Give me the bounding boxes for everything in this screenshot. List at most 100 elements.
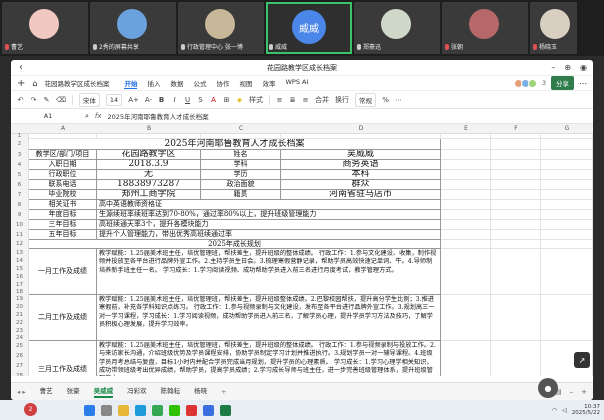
empty-cell[interactable] (541, 150, 593, 160)
align-left-icon[interactable]: ≡ (276, 96, 283, 104)
row-value[interactable]: 河南省驻马店市 (281, 190, 441, 200)
microphone-icon[interactable]: ● (538, 378, 558, 398)
menu-item[interactable]: 数据 (170, 78, 183, 89)
row-header[interactable]: 13 (11, 249, 29, 257)
align-right-icon[interactable]: ≡ (302, 96, 309, 104)
collaborator-avatars[interactable] (514, 78, 538, 88)
row-header[interactable]: 7 (11, 190, 29, 200)
row-value[interactable]: 生源续班率续班率达到70-80%，通过率80%以上，提升班级管理能力 (97, 210, 441, 220)
sheet-tab[interactable]: 曹艺 (40, 385, 53, 398)
decrease-font-icon[interactable]: A- (145, 96, 152, 104)
merge-button[interactable]: 合并 (315, 95, 329, 105)
empty-cell[interactable] (491, 170, 541, 180)
empty-cell[interactable] (491, 230, 541, 240)
row-value[interactable]: 高班续通天率3个，提升各模块能力 (97, 220, 441, 230)
minimize-icon[interactable]: – (551, 63, 555, 72)
row-value[interactable]: 无 (97, 170, 201, 180)
empty-cell[interactable] (441, 240, 491, 249)
empty-cell[interactable] (441, 150, 491, 160)
participant-tile[interactable]: 行政管理中心 张一博 (178, 2, 264, 54)
empty-cell[interactable] (491, 190, 541, 200)
empty-cell[interactable] (541, 230, 593, 240)
row-label[interactable]: 教学区/部门/项目 (29, 150, 97, 160)
increase-font-icon[interactable]: A+ (128, 96, 139, 104)
row-header[interactable]: 17 (11, 281, 29, 289)
menu-item[interactable]: 视图 (239, 78, 252, 89)
row-header[interactable]: 26 (11, 351, 29, 361)
row-label[interactable]: 姓名 (201, 150, 281, 160)
chrome-icon[interactable] (152, 404, 163, 416)
section-title[interactable]: 2025年成长规划 (29, 240, 441, 249)
row-header[interactable]: 19 (11, 295, 29, 303)
more-icon[interactable]: ⋯ (579, 79, 587, 88)
sheet-tab[interactable]: 张豪 (67, 385, 80, 398)
more-toolbar-icon[interactable]: ⋯ (395, 96, 402, 104)
plan-detail[interactable]: 教学赋能：1.25届美术班主任，培优管理班，帮扶差生，提升班级的整体成绩。 行政… (97, 249, 441, 295)
empty-cell[interactable] (541, 210, 593, 220)
format-painter-icon[interactable]: ✎ (43, 96, 50, 104)
empty-cell[interactable] (441, 295, 491, 341)
zoom-in-icon[interactable]: + (581, 388, 587, 396)
style-button[interactable]: 样式 (249, 95, 263, 105)
empty-cell[interactable] (491, 295, 541, 341)
row-header[interactable]: 15 (11, 265, 29, 273)
row-header[interactable]: 4 (11, 160, 29, 170)
row-header[interactable]: 27 (11, 361, 29, 371)
percent-icon[interactable]: % (382, 96, 389, 104)
row-label[interactable]: 行政职位 (29, 170, 97, 180)
empty-cell[interactable] (491, 160, 541, 170)
empty-cell[interactable] (541, 249, 593, 295)
screenshot-icon[interactable]: ↗ (574, 352, 590, 368)
row-header[interactable]: 5 (11, 170, 29, 180)
sheet-grid[interactable]: ABCDEFG 1 2 2025年河南耶鲁教育人才成长档案 3 教学区/部门/项目 花园路… (11, 124, 593, 376)
menu-item[interactable]: 插入 (147, 78, 160, 89)
row-label[interactable]: 毕业院校 (29, 190, 97, 200)
add-sheet-icon[interactable]: + (221, 388, 226, 396)
empty-cell[interactable] (441, 230, 491, 240)
empty-cell[interactable] (441, 341, 491, 376)
empty-cell[interactable] (491, 150, 541, 160)
participant-tile[interactable]: 郑豪迅 (354, 2, 440, 54)
empty-cell[interactable] (491, 249, 541, 295)
row-value[interactable]: 高中英语教师资格证 (97, 200, 441, 210)
bold-icon[interactable]: B (158, 96, 165, 104)
empty-cell[interactable] (491, 139, 541, 150)
empty-cell[interactable] (441, 139, 491, 150)
row-value[interactable]: 18838973287 (97, 180, 201, 190)
row-header[interactable]: 10 (11, 220, 29, 230)
row-label[interactable]: 相关证书 (29, 200, 97, 210)
row-header[interactable]: 20 (11, 303, 29, 311)
empty-cell[interactable] (541, 220, 593, 230)
settings-icon[interactable]: ◉ (580, 63, 587, 72)
column-header[interactable]: D (281, 125, 441, 132)
clear-icon[interactable]: ⌫ (56, 96, 66, 104)
row-header[interactable]: 22 (11, 319, 29, 327)
undo-icon[interactable]: ↶ (17, 96, 24, 104)
sheet-tab[interactable]: 吴威威 (93, 385, 114, 398)
row-header[interactable]: 14 (11, 257, 29, 265)
row-label[interactable]: 五年目标 (29, 230, 97, 240)
zoom-out-icon[interactable]: – (570, 388, 574, 396)
sheet-tab[interactable]: 杨晓 (194, 385, 207, 398)
empty-cell[interactable] (491, 341, 541, 376)
empty-cell[interactable] (491, 220, 541, 230)
column-header[interactable]: B (97, 125, 201, 132)
empty-cell[interactable] (441, 160, 491, 170)
volume-icon[interactable]: ◁ (562, 407, 567, 414)
sheet-title[interactable]: 2025年河南耶鲁教育人才成长档案 (29, 139, 441, 150)
empty-cell[interactable] (491, 210, 541, 220)
wps-icon[interactable] (186, 404, 197, 416)
italic-icon[interactable]: I (171, 96, 178, 104)
row-header[interactable]: 28 (11, 371, 29, 376)
menu-item[interactable]: 开始 (124, 78, 138, 89)
excel-icon[interactable] (220, 404, 231, 416)
participant-tile[interactable]: 杨晓玉 (530, 2, 577, 54)
row-label[interactable]: 三年目标 (29, 220, 97, 230)
font-select[interactable]: 宋体 (78, 92, 100, 107)
underline-icon[interactable]: U (184, 96, 191, 104)
wrap-button[interactable]: 换行 (335, 95, 349, 105)
border-icon[interactable]: ⊞ (223, 96, 230, 104)
empty-cell[interactable] (441, 249, 491, 295)
redo-icon[interactable]: ↷ (30, 96, 37, 104)
home-icon[interactable]: ⌂ (32, 79, 37, 88)
